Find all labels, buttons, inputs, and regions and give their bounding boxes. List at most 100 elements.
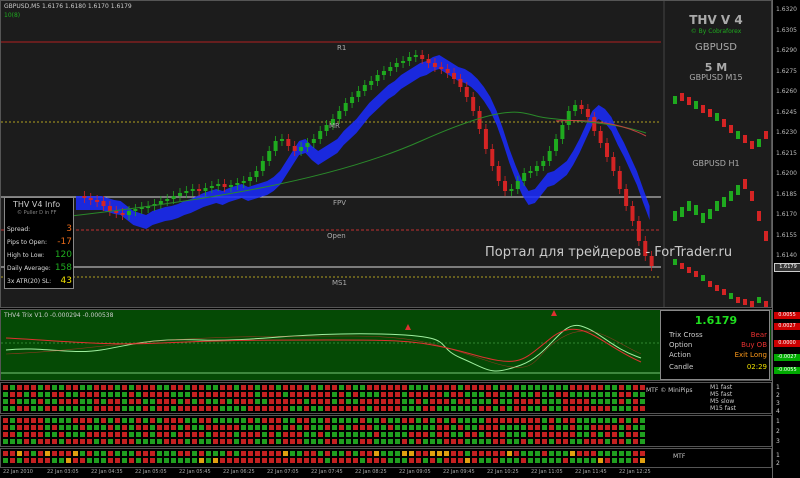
mtf-cell xyxy=(171,432,176,437)
price-axis[interactable]: 1.6320 1.6305 1.6290 1.6275 1.6260 1.6245 1.62… xyxy=(772,0,800,478)
mtf-cell xyxy=(10,385,15,390)
mtf-cell xyxy=(101,425,106,430)
mtf-cell xyxy=(584,399,589,404)
mtf-cell xyxy=(150,399,155,404)
mtf-cell xyxy=(353,418,358,423)
mtf-cell xyxy=(591,385,596,390)
mtf-cell xyxy=(3,458,8,463)
time-axis[interactable]: 22 Jan 2010 22 Jan 03:05 22 Jan 04:35 22 Ja… xyxy=(0,468,772,478)
mtf-cell xyxy=(430,418,435,423)
mtf-cell xyxy=(276,451,281,456)
mtf-cell xyxy=(626,418,631,423)
mtf-cell xyxy=(276,399,281,404)
mtf-cell xyxy=(633,458,638,463)
mtf-cell xyxy=(430,439,435,444)
mtf-cell xyxy=(444,425,449,430)
mtf-cell xyxy=(402,425,407,430)
mtf-cell xyxy=(500,399,505,404)
mtf-cell xyxy=(493,385,498,390)
mtf-cell xyxy=(24,418,29,423)
mtf-cell xyxy=(73,385,78,390)
mtf-cell xyxy=(395,458,400,463)
mtf-cell xyxy=(472,439,477,444)
mtf-cell xyxy=(3,425,8,430)
mtf-cell xyxy=(388,425,393,430)
trix-indicator-panel[interactable]: THV4 Trix V1.0 -0.000294 -0.000538 xyxy=(0,309,772,381)
mtf-cell xyxy=(297,458,302,463)
time-label: 22 Jan 07:05 xyxy=(267,469,299,475)
mtf-cell xyxy=(171,418,176,423)
mtf-cell xyxy=(80,418,85,423)
mtf-cell xyxy=(430,432,435,437)
mtf-cell xyxy=(276,439,281,444)
mtf-cell xyxy=(346,439,351,444)
mtf-cell xyxy=(381,418,386,423)
main-price-chart[interactable]: GBPUSD,M5 1.6176 1.6180 1.6170 1.6179 10… xyxy=(0,0,772,308)
mtf-low-candle xyxy=(715,285,719,291)
candle-body xyxy=(101,201,106,206)
mtf-panel-1[interactable]: MTF © MiniPips M1 fast M5 fast M5 slow M… xyxy=(0,382,772,414)
mtf-cell xyxy=(31,451,36,456)
info-title: THV V4 Info xyxy=(13,200,61,209)
mtf-cell xyxy=(150,425,155,430)
mtf-cell xyxy=(486,392,491,397)
mtf-cell xyxy=(255,385,260,390)
mtf-cell xyxy=(339,451,344,456)
mtf-cell xyxy=(304,385,309,390)
mtf-cell xyxy=(605,425,610,430)
mtf-cell xyxy=(325,392,330,397)
mtf-cell xyxy=(199,399,204,404)
mtf-m15-candle xyxy=(722,119,726,127)
candle-body xyxy=(624,189,629,206)
mtf-cell xyxy=(304,458,309,463)
mtf-panel-2[interactable] xyxy=(0,415,772,447)
mtf-cell xyxy=(598,425,603,430)
mtf-cell xyxy=(87,451,92,456)
candle-body xyxy=(630,206,635,221)
mtf-cell xyxy=(395,392,400,397)
thv-subtitle: © By Cobraforex xyxy=(690,28,742,35)
mtf-cell xyxy=(52,458,57,463)
price-label: 1.6200 xyxy=(776,170,797,177)
mtf-cell xyxy=(458,406,463,411)
mtf-cell xyxy=(24,399,29,404)
candle-body xyxy=(190,189,195,191)
candle-body xyxy=(165,199,170,201)
mtf-cell xyxy=(423,418,428,423)
time-label: 22 Jan 09:45 xyxy=(443,469,475,475)
mtf-cell xyxy=(199,418,204,423)
mtf-cell xyxy=(612,451,617,456)
mtf-panel-3[interactable]: MTF xyxy=(0,448,772,468)
candle-body xyxy=(197,189,202,191)
mtf-cell xyxy=(591,425,596,430)
mtf-cell xyxy=(248,432,253,437)
mtf-cell xyxy=(199,432,204,437)
mtf-cell xyxy=(227,406,232,411)
mtf-cell xyxy=(402,399,407,404)
mtf-cell xyxy=(248,392,253,397)
mtf-cell xyxy=(465,392,470,397)
mtf-cell xyxy=(311,439,316,444)
candle-body xyxy=(273,141,278,151)
mtf-cell xyxy=(542,406,547,411)
mtf-m15-candle xyxy=(757,139,761,147)
mtf-cell xyxy=(122,451,127,456)
mtf-cell xyxy=(549,418,554,423)
mtf-cell xyxy=(346,406,351,411)
mtf-cell xyxy=(612,418,617,423)
mtf-cell xyxy=(549,451,554,456)
candle-body xyxy=(445,69,450,73)
mtf-cell xyxy=(143,406,148,411)
mtf-cell xyxy=(290,385,295,390)
mtf-cell xyxy=(598,432,603,437)
mtf-cell xyxy=(10,439,15,444)
mtf-cell xyxy=(374,432,379,437)
mtf-cell xyxy=(192,418,197,423)
mtf-cell xyxy=(192,451,197,456)
mtf-cell xyxy=(248,451,253,456)
time-label: 22 Jan 12:25 xyxy=(619,469,651,475)
mtf-cell xyxy=(52,425,57,430)
mtf-cell xyxy=(227,425,232,430)
mtf-cell xyxy=(388,418,393,423)
mtf-cell xyxy=(87,432,92,437)
